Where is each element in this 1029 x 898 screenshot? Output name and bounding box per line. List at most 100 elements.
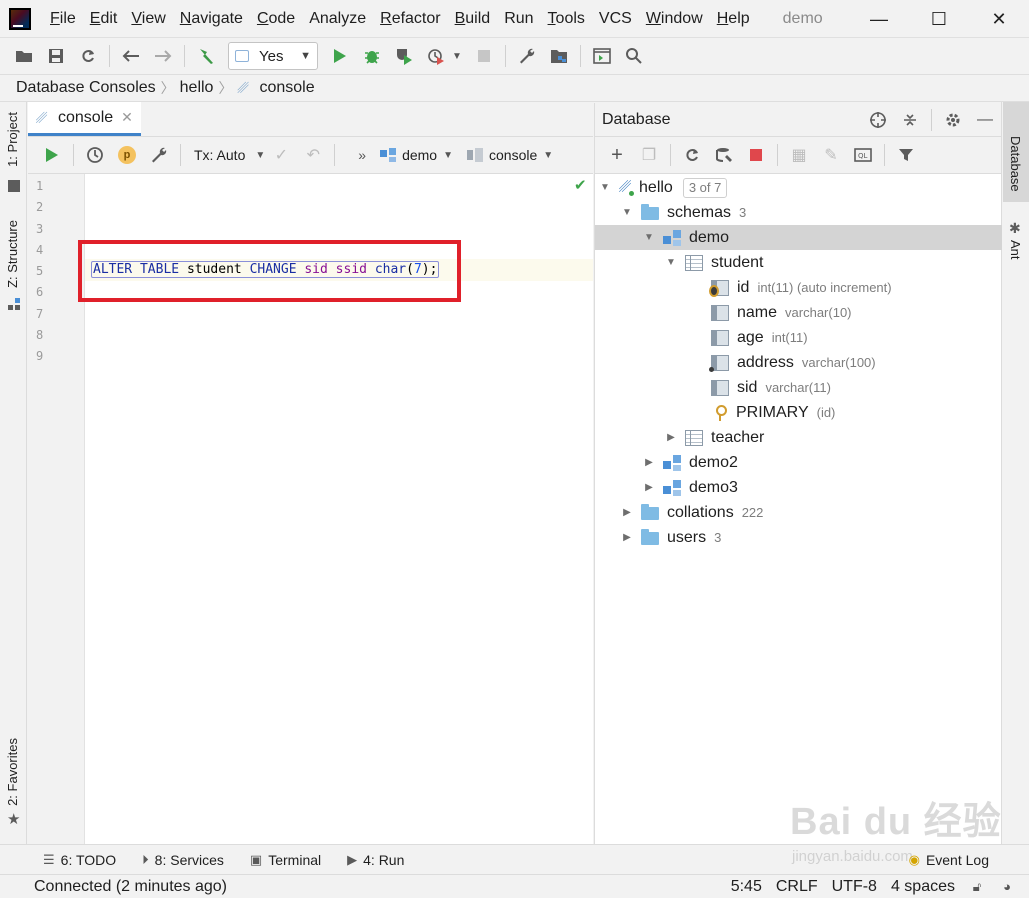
run-icon[interactable]: [327, 43, 353, 69]
file-encoding[interactable]: UTF-8: [832, 878, 877, 896]
expand-arrow-icon[interactable]: ▼: [665, 257, 677, 268]
menu-view[interactable]: View: [124, 10, 172, 28]
sync-icon[interactable]: [75, 43, 101, 69]
tab-services[interactable]: ⏵ 8: Services: [142, 852, 224, 868]
tree-node-hello[interactable]: ▼ ␥ hello 3 of 7: [595, 175, 1002, 200]
rollback-icon[interactable]: ↶: [301, 143, 325, 167]
refresh-icon[interactable]: [680, 143, 704, 167]
session-select[interactable]: console ▼: [467, 147, 553, 163]
build-hammer-icon[interactable]: [193, 43, 219, 69]
expand-arrow-icon[interactable]: ▶: [621, 507, 633, 518]
tree-node-demo3[interactable]: ▶ demo3: [595, 475, 1002, 500]
tab-todo[interactable]: ☰ 6: TODO: [43, 852, 116, 868]
tree-node-column[interactable]: age int(11): [595, 325, 1002, 350]
debug-bug-icon[interactable]: [359, 43, 385, 69]
collapse-all-icon[interactable]: [898, 108, 922, 132]
expand-arrow-icon[interactable]: ▶: [665, 432, 677, 443]
tab-project[interactable]: 1: Project: [5, 112, 20, 167]
settings-wrench-icon[interactable]: [514, 43, 540, 69]
table-view-icon[interactable]: ▦: [787, 143, 811, 167]
more-chevron-icon[interactable]: »: [358, 147, 366, 163]
tab-run[interactable]: ▶ 4: Run: [347, 852, 404, 868]
search-icon[interactable]: [621, 43, 647, 69]
expand-arrow-icon[interactable]: ▼: [643, 232, 655, 243]
back-arrow-icon[interactable]: [118, 43, 144, 69]
minimize-button[interactable]: —: [849, 0, 909, 38]
line-separator[interactable]: CRLF: [776, 878, 818, 896]
tab-favorites[interactable]: 2: Favorites: [5, 738, 20, 806]
expand-arrow-icon[interactable]: ▶: [643, 482, 655, 493]
tab-ant[interactable]: Ant: [1008, 240, 1023, 260]
breadcrumb-item[interactable]: Database Consoles: [16, 79, 156, 97]
menu-tools[interactable]: Tools: [541, 10, 592, 28]
locate-target-icon[interactable]: [866, 108, 890, 132]
status-message[interactable]: Connected (2 minutes ago): [34, 878, 227, 896]
stop-icon[interactable]: [471, 43, 497, 69]
indent-setting[interactable]: 4 spaces: [891, 878, 955, 896]
commit-check-icon[interactable]: ✓: [269, 143, 293, 167]
project-structure-icon[interactable]: [546, 43, 572, 69]
schema-settings-icon[interactable]: [712, 143, 736, 167]
menu-run[interactable]: Run: [497, 10, 540, 28]
tab-console[interactable]: ␥ console ✕: [28, 102, 141, 136]
hide-panel-icon[interactable]: —: [973, 108, 997, 132]
menu-file[interactable]: File: [43, 10, 83, 28]
menu-help[interactable]: Help: [710, 10, 757, 28]
stop-icon[interactable]: [744, 143, 768, 167]
menu-code[interactable]: Code: [250, 10, 302, 28]
menu-window[interactable]: Window: [639, 10, 710, 28]
gear-icon[interactable]: [941, 108, 965, 132]
breadcrumb-item[interactable]: hello: [180, 79, 214, 97]
tree-node-demo2[interactable]: ▶ demo2: [595, 450, 1002, 475]
parameters-icon[interactable]: p: [115, 143, 139, 167]
close-icon[interactable]: ✕: [121, 109, 133, 126]
menu-vcs[interactable]: VCS: [592, 10, 639, 28]
tree-node-column[interactable]: id int(11) (auto increment): [595, 275, 1002, 300]
tab-event-log[interactable]: ◉ Event Log: [909, 852, 989, 868]
edit-pencil-icon[interactable]: ✎: [819, 143, 843, 167]
maximize-button[interactable]: ☐: [909, 0, 969, 38]
copy-icon[interactable]: ❐: [637, 143, 661, 167]
menu-edit[interactable]: Edit: [83, 10, 125, 28]
expand-arrow-icon[interactable]: ▼: [599, 182, 611, 193]
tab-structure[interactable]: Z: Structure: [5, 220, 20, 288]
caret-position[interactable]: 5:45: [731, 878, 762, 896]
tree-node-column[interactable]: name varchar(10): [595, 300, 1002, 325]
menu-navigate[interactable]: Navigate: [173, 10, 250, 28]
save-icon[interactable]: [43, 43, 69, 69]
tree-node-users[interactable]: ▶ users 3: [595, 525, 1002, 550]
breadcrumb-item[interactable]: console: [259, 79, 314, 97]
close-window-button[interactable]: ✕: [969, 0, 1029, 38]
expand-arrow-icon[interactable]: ▶: [621, 532, 633, 543]
menu-refactor[interactable]: Refactor: [373, 10, 447, 28]
tree-node-collations[interactable]: ▶ collations 222: [595, 500, 1002, 525]
add-icon[interactable]: +: [605, 143, 629, 167]
tree-node-column[interactable]: address varchar(100): [595, 350, 1002, 375]
tree-node-teacher[interactable]: ▶ teacher: [595, 425, 1002, 450]
expand-arrow-icon[interactable]: ▶: [643, 457, 655, 468]
tab-terminal[interactable]: ▣ Terminal: [250, 852, 321, 868]
schema-count-badge[interactable]: 3 of 7: [682, 177, 728, 198]
tree-node-student[interactable]: ▼ student: [595, 250, 1002, 275]
history-clock-icon[interactable]: [83, 143, 107, 167]
lock-icon[interactable]: 🔓︎: [969, 879, 985, 895]
tree-node-column[interactable]: sid varchar(11): [595, 375, 1002, 400]
filter-icon[interactable]: [894, 143, 918, 167]
run-configuration-select[interactable]: Yes ▼: [228, 42, 318, 70]
tree-node-schemas[interactable]: ▼ schemas 3: [595, 200, 1002, 225]
menu-analyze[interactable]: Analyze: [302, 10, 373, 28]
execute-icon[interactable]: [40, 143, 64, 167]
run-anything-icon[interactable]: [589, 43, 615, 69]
expand-arrow-icon[interactable]: ▼: [621, 207, 633, 218]
transaction-mode-select[interactable]: Tx: Auto: [194, 147, 245, 163]
tree-node-demo[interactable]: ▼ demo: [595, 225, 1002, 250]
tab-database[interactable]: Database: [1003, 102, 1029, 202]
sql-console-icon[interactable]: QL: [851, 143, 875, 167]
menu-build[interactable]: Build: [448, 10, 498, 28]
forward-arrow-icon[interactable]: [150, 43, 176, 69]
tree-node-primary-key[interactable]: PRIMARY (id): [595, 400, 1002, 425]
profile-icon[interactable]: [423, 43, 449, 69]
settings-wrench-icon[interactable]: [147, 143, 171, 167]
open-folder-icon[interactable]: [11, 43, 37, 69]
inspector-icon[interactable]: ◕: [999, 879, 1015, 895]
